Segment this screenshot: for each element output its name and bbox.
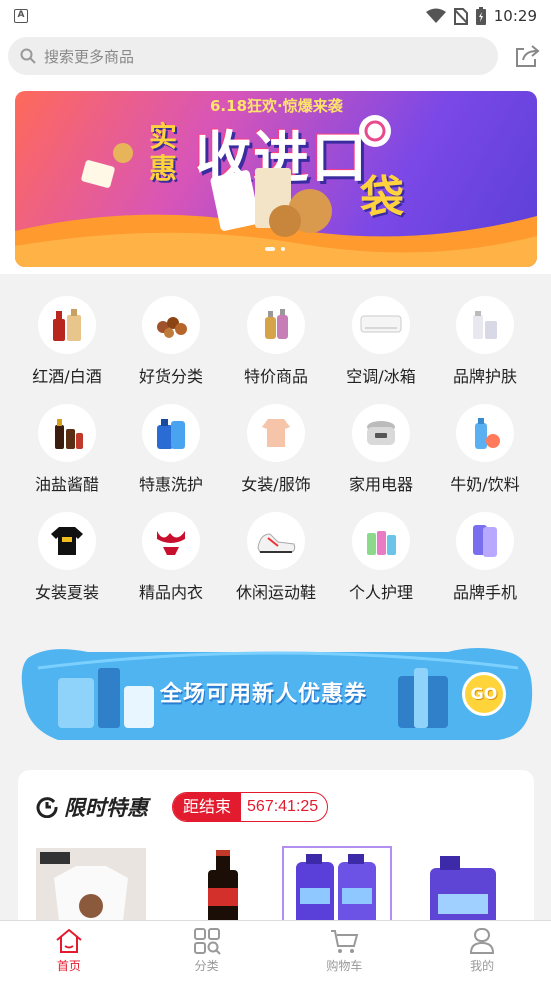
category-home-appliances[interactable]: 家用电器 — [326, 394, 436, 502]
flash-sale-title: 限时特惠 — [64, 796, 148, 820]
product-image-laundry-detergent — [296, 854, 376, 928]
share-icon — [516, 45, 540, 67]
product-image-tshirt — [36, 848, 146, 930]
product-image-soy-sauce — [208, 850, 238, 930]
category-label: 牛奶/饮料 — [450, 475, 520, 494]
nuts-illustration — [81, 143, 133, 188]
category-womens-apparel[interactable]: 女装/服饰 — [221, 394, 331, 502]
liquor-icon — [38, 296, 96, 354]
nav-label: 我的 — [470, 959, 495, 973]
category-label: 品牌护肤 — [452, 367, 517, 386]
condiments-icon — [38, 404, 96, 462]
cosmetics-icon — [247, 296, 305, 354]
snacks-illustration — [210, 168, 332, 237]
category-label: 红酒/白酒 — [32, 367, 102, 386]
category-liquor[interactable]: 红酒/白酒 — [12, 286, 122, 394]
category-lingerie[interactable]: 精品内衣 — [116, 502, 226, 610]
banner-bag-text: 袋 — [360, 172, 404, 223]
flash-sale-header: 限时特惠 — [36, 792, 148, 822]
category-condiments[interactable]: 油盐酱醋 — [12, 394, 122, 502]
nav-label: 购物车 — [326, 959, 363, 973]
search-placeholder: 搜索更多商品 — [44, 47, 135, 66]
lingerie-icon — [142, 512, 200, 570]
category-label: 休闲运动鞋 — [235, 583, 316, 602]
product-image-detergent-jug — [430, 856, 496, 930]
detergent-icon — [142, 404, 200, 462]
countdown-time: 567:41:25 — [247, 798, 319, 815]
category-label: 个人护理 — [348, 583, 413, 602]
nav-home[interactable]: 首页 — [0, 921, 138, 981]
home-icon — [56, 928, 82, 953]
share-button[interactable] — [511, 40, 543, 72]
category-personal-care[interactable]: 个人护理 — [326, 502, 436, 610]
coupon-text: 全场可用新人优惠券 — [160, 682, 368, 707]
search-icon — [20, 48, 36, 64]
category-goods[interactable]: 好货分类 — [116, 286, 226, 394]
category-skincare[interactable]: 品牌护肤 — [430, 286, 540, 394]
category-label: 油盐酱醋 — [34, 475, 99, 494]
wifi-icon — [425, 8, 446, 23]
nav-cart[interactable]: 购物车 — [276, 921, 414, 981]
category-phones[interactable]: 品牌手机 — [430, 502, 540, 610]
air-conditioner-icon — [352, 296, 410, 354]
candy-icon — [359, 115, 391, 147]
nav-label: 分类 — [194, 959, 219, 973]
category-special[interactable]: 特价商品 — [221, 286, 331, 394]
category-grid: 红酒/白酒 好货分类 特价商品 空调/冰箱 品牌护肤 油盐酱醋 特惠洗护 女装/… — [0, 286, 551, 616]
carousel-dot — [281, 247, 285, 251]
countdown-label: 距结束 — [173, 793, 242, 821]
banner-left-text: 实惠 — [149, 120, 178, 185]
phone-icon — [456, 512, 514, 570]
tshirt-icon — [38, 512, 96, 570]
category-label: 精品内衣 — [138, 583, 203, 602]
category-milk-drinks[interactable]: 牛奶/饮料 — [430, 394, 540, 502]
cart-icon — [331, 930, 359, 953]
category-label: 品牌手机 — [452, 583, 517, 602]
battery-icon — [475, 7, 486, 25]
nav-category[interactable]: 分类 — [138, 921, 276, 981]
search-input[interactable]: 搜索更多商品 — [8, 37, 498, 75]
category-label: 特价商品 — [243, 367, 308, 386]
product-card[interactable] — [410, 848, 520, 930]
bottom-nav: 首页 分类 购物车 我的 — [0, 920, 551, 981]
status-bar: A 10:29 — [0, 0, 551, 32]
nav-label: 首页 — [56, 959, 81, 973]
carousel-indicator — [265, 247, 285, 251]
milk-icon — [456, 404, 514, 462]
carousel-dot-active — [265, 247, 275, 251]
product-card[interactable] — [36, 848, 146, 930]
user-icon — [470, 928, 495, 954]
no-sim-icon — [453, 7, 468, 25]
personal-care-icon — [352, 512, 410, 570]
flash-sale-section: 限时特惠 距结束 567:41:25 — [18, 770, 534, 930]
dress-icon — [247, 404, 305, 462]
grid-icon — [193, 928, 221, 955]
product-card[interactable] — [168, 848, 278, 930]
category-label: 家用电器 — [348, 475, 413, 494]
skincare-icon — [456, 296, 514, 354]
go-button[interactable]: GO — [462, 672, 506, 716]
category-label: 女装/服饰 — [241, 475, 311, 494]
nuts-icon — [142, 296, 200, 354]
rice-cooker-icon — [352, 404, 410, 462]
category-detergent[interactable]: 特惠洗护 — [116, 394, 226, 502]
search-bar: 搜索更多商品 — [0, 32, 551, 80]
banner-section: 6.18狂欢·惊爆来袭 实惠 收进口 袋 — [0, 80, 551, 274]
category-label: 好货分类 — [138, 367, 203, 386]
sneaker-icon — [247, 512, 305, 570]
new-user-coupon-banner[interactable]: 全场可用新人优惠券 GO — [18, 628, 534, 746]
category-sneakers[interactable]: 休闲运动鞋 — [221, 502, 331, 610]
category-label: 特惠洗护 — [138, 475, 203, 494]
category-appliances-ac[interactable]: 空调/冰箱 — [326, 286, 436, 394]
category-label: 女装夏装 — [34, 583, 99, 602]
promo-carousel[interactable]: 6.18狂欢·惊爆来袭 实惠 收进口 袋 — [15, 91, 537, 267]
clock-icon — [36, 797, 58, 818]
category-summer-wear[interactable]: 女装夏装 — [12, 502, 122, 610]
category-label: 空调/冰箱 — [346, 367, 416, 386]
countdown-timer: 距结束 567:41:25 — [172, 792, 329, 822]
product-card[interactable] — [282, 846, 392, 930]
notification-icon: A — [14, 9, 28, 23]
clock: 10:29 — [493, 7, 537, 25]
nav-profile[interactable]: 我的 — [413, 921, 551, 981]
